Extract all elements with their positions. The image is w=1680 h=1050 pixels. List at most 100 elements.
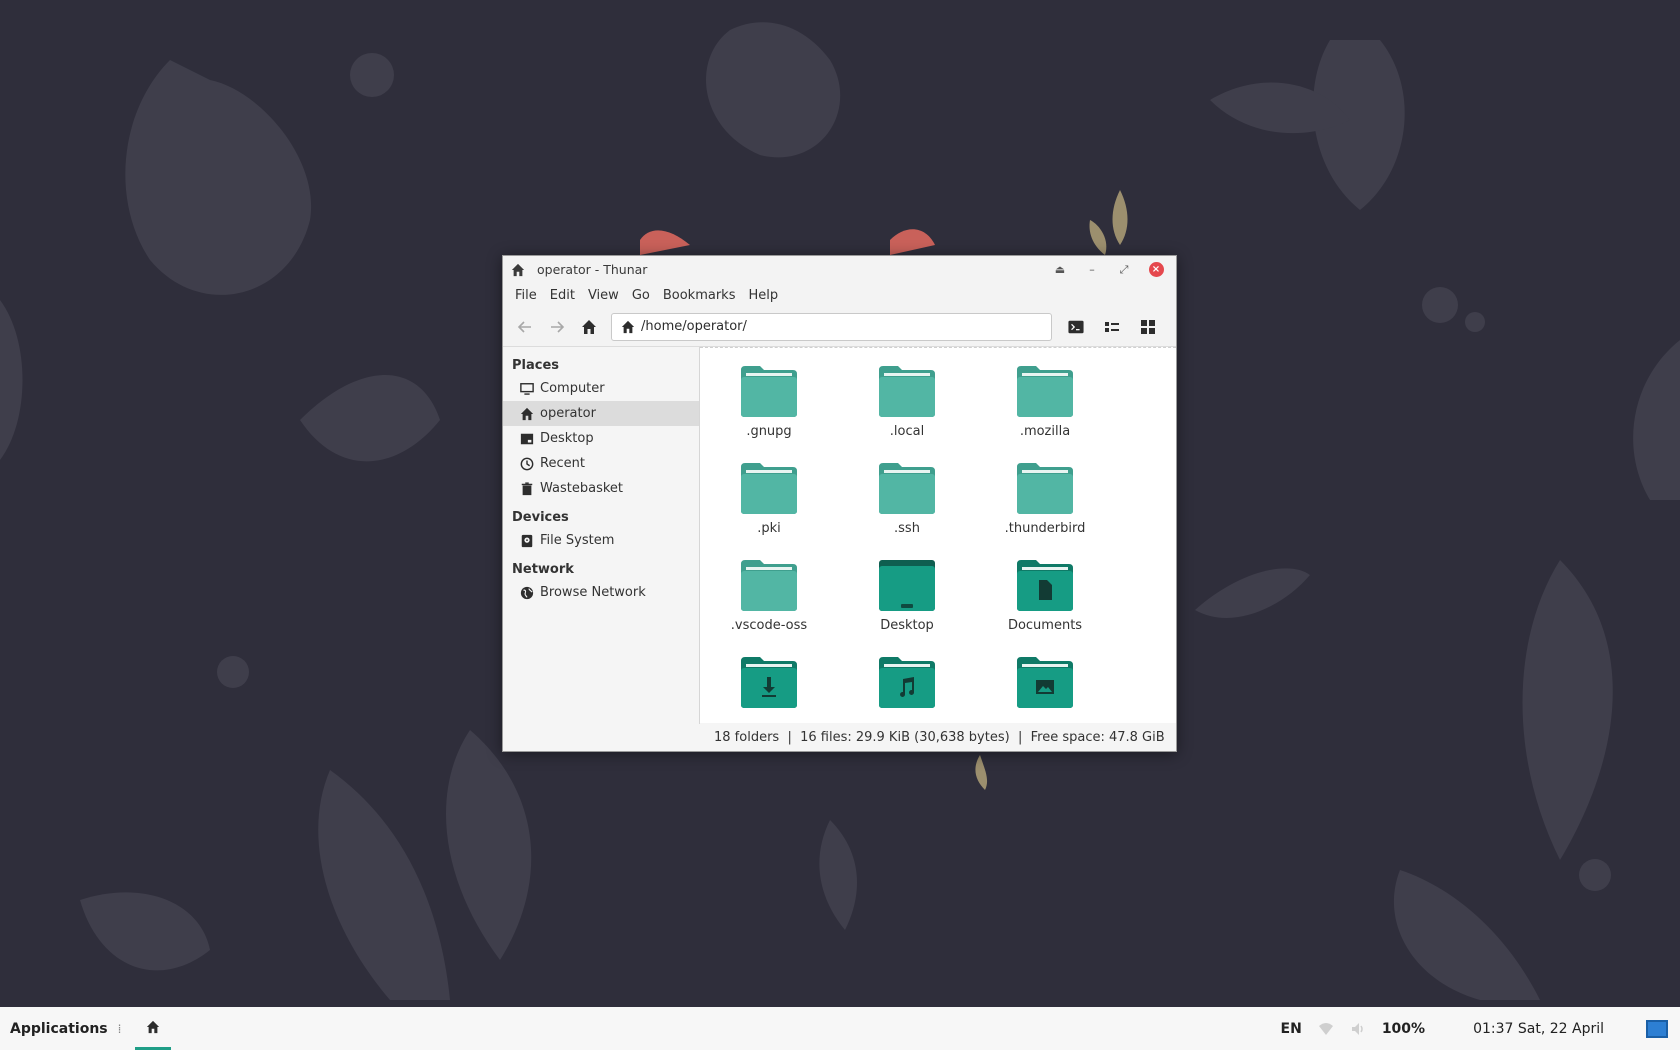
file-item-pictures[interactable] <box>976 639 1114 723</box>
menu-help[interactable]: Help <box>742 288 784 303</box>
icon-view-button[interactable] <box>1130 313 1166 341</box>
minimize-icon: – <box>1089 263 1095 276</box>
sidebar-item-operator[interactable]: operator <box>503 401 699 426</box>
folder-icon <box>879 366 935 417</box>
taskbar-panel: Applications ⁞ EN 100% 01:37 Sat, 22 Apr… <box>0 1007 1680 1050</box>
maximize-icon: ⤢ <box>1119 262 1129 276</box>
terminal-icon <box>1068 320 1084 333</box>
keyboard-layout-indicator[interactable]: EN <box>1281 1021 1302 1037</box>
sidebar-item-desktop[interactable]: Desktop <box>503 426 699 451</box>
menu-view[interactable]: View <box>582 288 625 303</box>
arrow-left-icon <box>517 320 531 333</box>
sidebar-item-label: Browse Network <box>540 585 646 600</box>
show-desktop-button[interactable] <box>1646 1019 1668 1038</box>
home-icon <box>621 320 635 333</box>
folder-icon <box>879 463 935 514</box>
shade-button[interactable]: ⏏ <box>1048 260 1072 280</box>
status-bar: 18 folders | 16 files: 29.9 KiB (30,638 … <box>700 723 1176 751</box>
globe-icon <box>520 586 534 599</box>
file-name: .mozilla <box>1019 424 1071 439</box>
trash-icon <box>521 481 533 495</box>
file-item-pki[interactable]: .pki <box>700 445 838 542</box>
battery-indicator[interactable]: 100% <box>1382 1021 1425 1037</box>
file-item-mozilla[interactable]: .mozilla <box>976 348 1114 445</box>
home-button[interactable] <box>573 313 605 341</box>
sidebar-item-label: Desktop <box>540 431 594 446</box>
close-button[interactable]: × <box>1144 260 1168 280</box>
file-item-ssh[interactable]: .ssh <box>838 445 976 542</box>
file-item-vscode-oss[interactable]: .vscode-oss <box>700 542 838 639</box>
menu-edit[interactable]: Edit <box>544 288 581 303</box>
sidebar-item-recent[interactable]: Recent <box>503 451 699 476</box>
sidebar-item-label: operator <box>540 406 596 421</box>
taskbar-item-thunar[interactable] <box>135 1007 172 1050</box>
menu-file[interactable]: File <box>509 288 543 303</box>
status-text: 18 folders | 16 files: 29.9 KiB (30,638 … <box>714 729 1165 745</box>
disk-icon <box>521 534 533 547</box>
details-view-button[interactable] <box>1094 313 1130 341</box>
downloads-folder-icon <box>741 657 797 708</box>
sidebar-item-file-system[interactable]: File System <box>503 528 699 553</box>
open-terminal-button[interactable] <box>1058 313 1094 341</box>
file-item-desktop[interactable]: Desktop <box>838 542 976 639</box>
panel-grip-icon: ⁞ <box>117 1021 122 1036</box>
monitor-icon <box>520 382 534 395</box>
menubar: File Edit View Go Bookmarks Help <box>503 283 1176 307</box>
file-name: Documents <box>1007 618 1083 633</box>
close-icon: × <box>1148 262 1164 277</box>
file-item-local[interactable]: .local <box>838 348 976 445</box>
file-name: .gnupg <box>746 424 792 439</box>
window-titlebar[interactable]: operator - Thunar ⏏ – ⤢ × <box>503 256 1176 283</box>
menu-go[interactable]: Go <box>626 288 656 303</box>
sidebar-heading-devices: Devices <box>512 510 569 525</box>
folder-icon <box>741 560 797 611</box>
eject-icon: ⏏ <box>1054 263 1066 276</box>
folder-icon <box>1017 463 1073 514</box>
file-name: .ssh <box>894 521 920 536</box>
wifi-icon[interactable] <box>1318 1021 1334 1037</box>
sidebar-item-browse-network[interactable]: Browse Network <box>503 580 699 605</box>
desktop-folder-icon <box>879 560 935 611</box>
location-bar[interactable]: /home/operator/ <box>611 312 1052 341</box>
arrow-right-icon <box>551 320 565 333</box>
file-name: .thunderbird <box>1004 521 1086 536</box>
volume-icon[interactable] <box>1350 1021 1366 1037</box>
menu-bookmarks[interactable]: Bookmarks <box>657 288 742 303</box>
file-name: .pki <box>757 521 781 536</box>
file-item-thunderbird[interactable]: .thunderbird <box>976 445 1114 542</box>
sidebar-item-computer[interactable]: Computer <box>503 376 699 401</box>
music-folder-icon <box>879 657 935 708</box>
sidebar-item-label: File System <box>540 533 615 548</box>
clock[interactable]: 01:37 Sat, 22 April <box>1473 1021 1604 1037</box>
toolbar: /home/operator/ <box>503 307 1176 347</box>
sidebar-heading-network: Network <box>512 562 574 577</box>
file-name: Desktop <box>880 618 934 633</box>
file-name: .local <box>889 424 925 439</box>
list-view-icon <box>1105 321 1119 332</box>
pictures-folder-icon <box>1017 657 1073 708</box>
sidebar: Places Computer operator Desktop Recent … <box>503 347 700 724</box>
sidebar-item-label: Computer <box>540 381 605 396</box>
home-icon <box>511 263 525 276</box>
file-item-downloads[interactable] <box>700 639 838 723</box>
home-icon <box>582 319 596 334</box>
file-item-gnupg[interactable]: .gnupg <box>700 348 838 445</box>
folder-icon <box>741 366 797 417</box>
maximize-button[interactable]: ⤢ <box>1112 260 1136 280</box>
file-item-music[interactable] <box>838 639 976 723</box>
documents-folder-icon <box>1017 560 1073 611</box>
location-path: /home/operator/ <box>641 319 747 334</box>
applications-menu-button[interactable]: Applications <box>0 1021 108 1037</box>
sidebar-item-label: Wastebasket <box>540 481 624 496</box>
back-button[interactable] <box>509 313 541 341</box>
sidebar-item-wastebasket[interactable]: Wastebasket <box>503 476 699 501</box>
file-item-documents[interactable]: Documents <box>976 542 1114 639</box>
minimize-button[interactable]: – <box>1080 260 1104 280</box>
forward-button[interactable] <box>541 313 573 341</box>
sidebar-heading-places: Places <box>512 358 560 373</box>
folder-icon <box>741 463 797 514</box>
file-name: .vscode-oss <box>730 618 808 633</box>
home-icon <box>520 407 534 420</box>
icon-view[interactable]: .gnupg .local .mozilla .pki .ssh .thunde… <box>700 347 1176 724</box>
window-title: operator - Thunar <box>537 262 648 277</box>
